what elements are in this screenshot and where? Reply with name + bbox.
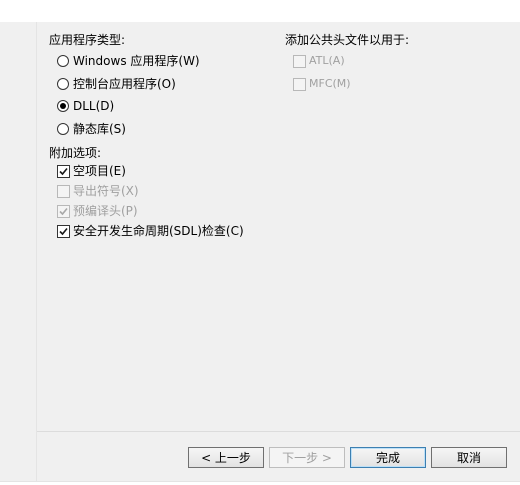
extra-heading: 附加选项: bbox=[49, 146, 102, 160]
radio-dll[interactable] bbox=[57, 100, 69, 112]
headers-heading: 添加公共头文件以用于: bbox=[285, 33, 410, 47]
checkbox-export-symbols[interactable] bbox=[57, 185, 70, 198]
cancel-button[interactable]: 取消 bbox=[431, 447, 507, 468]
checkbox-empty-project-label[interactable]: 空项目(E) bbox=[73, 163, 126, 179]
app-type-heading: 应用程序类型: bbox=[49, 33, 126, 47]
footer-divider bbox=[37, 431, 520, 432]
radio-dll-label[interactable]: DLL(D) bbox=[73, 98, 114, 114]
radio-static-lib-label[interactable]: 静态库(S) bbox=[73, 121, 126, 137]
next-button[interactable]: 下一步 > bbox=[269, 447, 345, 468]
checkbox-export-symbols-label[interactable]: 导出符号(X) bbox=[73, 183, 139, 199]
checkbox-sdl-checks-label[interactable]: 安全开发生命周期(SDL)检查(C) bbox=[73, 223, 244, 239]
checkbox-atl[interactable] bbox=[293, 55, 306, 68]
radio-console-app-label[interactable]: 控制台应用程序(O) bbox=[73, 76, 176, 92]
checkbox-precompiled-header-label[interactable]: 预编译头(P) bbox=[73, 203, 138, 219]
bottom-edge bbox=[0, 481, 520, 485]
checkmark-icon bbox=[59, 227, 68, 236]
checkmark-icon bbox=[59, 167, 68, 176]
checkbox-mfc[interactable] bbox=[293, 78, 306, 91]
radio-windows-app[interactable] bbox=[57, 55, 69, 67]
checkbox-atl-label[interactable]: ATL(A) bbox=[309, 53, 345, 69]
radio-console-app[interactable] bbox=[57, 78, 69, 90]
checkbox-empty-project[interactable] bbox=[57, 165, 70, 178]
finish-button[interactable]: 完成 bbox=[350, 447, 426, 468]
checkbox-precompiled-header[interactable] bbox=[57, 205, 70, 218]
checkbox-sdl-checks[interactable] bbox=[57, 225, 70, 238]
left-strip bbox=[0, 22, 37, 482]
radio-static-lib[interactable] bbox=[57, 123, 69, 135]
checkbox-mfc-label[interactable]: MFC(M) bbox=[309, 76, 351, 92]
radio-windows-app-label[interactable]: Windows 应用程序(W) bbox=[73, 53, 200, 69]
back-button[interactable]: < 上一步 bbox=[188, 447, 264, 468]
checkmark-icon bbox=[59, 207, 68, 216]
